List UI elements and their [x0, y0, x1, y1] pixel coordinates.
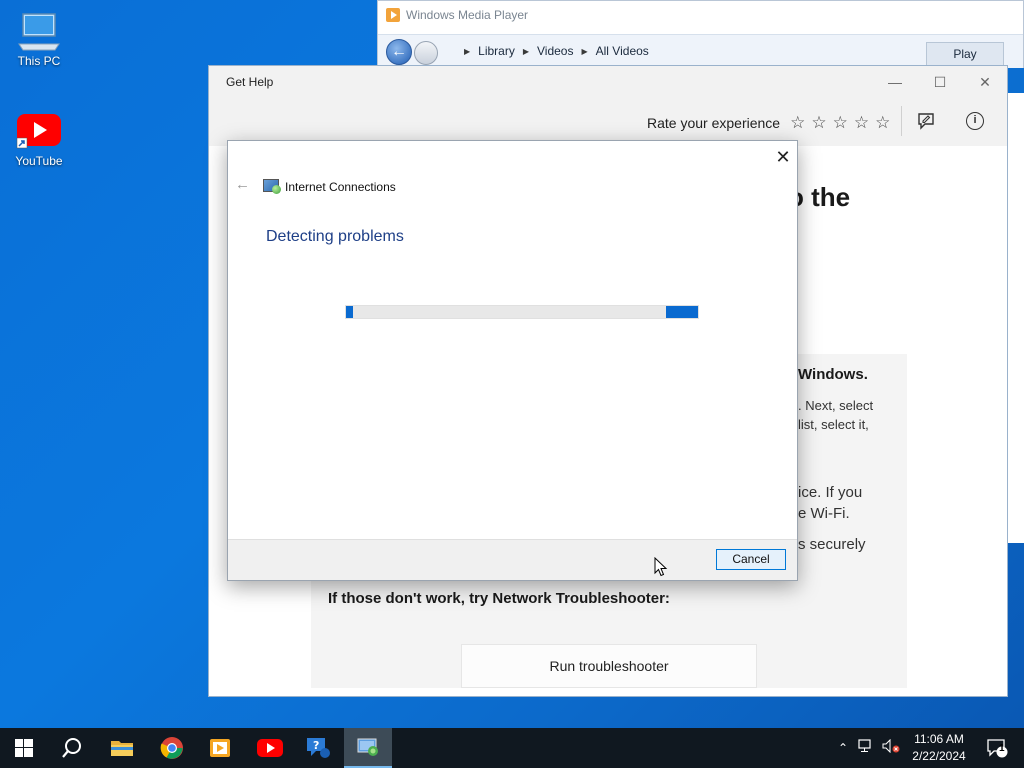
star-icon[interactable]: ☆	[790, 113, 805, 133]
clock-time: 11:06 AM	[914, 732, 964, 746]
rating-bar: Rate your experience ☆ ☆ ☆ ☆ ☆	[647, 113, 890, 133]
breadcrumb: ▶ Library ▶ Videos ▶ All Videos	[464, 44, 649, 58]
divider	[901, 106, 902, 136]
breadcrumb-videos[interactable]: Videos	[537, 44, 573, 58]
start-icon[interactable]	[0, 728, 48, 768]
clock-date: 2/22/2024	[912, 749, 966, 763]
minimize-icon[interactable]: —	[872, 66, 918, 98]
media-player-icon[interactable]	[196, 728, 244, 768]
maximize-icon[interactable]: ☐	[917, 66, 963, 98]
svg-text:?: ?	[313, 739, 319, 752]
breadcrumb-all-videos[interactable]: All Videos	[596, 44, 649, 58]
internet-connections-icon[interactable]	[344, 728, 392, 768]
progress-bar	[345, 305, 699, 319]
taskbar: ? ⌃ 11:06 AM 2/22/2024 1	[0, 728, 1024, 768]
search-icon[interactable]	[48, 728, 96, 768]
run-troubleshooter-button[interactable]: Run troubleshooter	[461, 644, 757, 688]
para-text: ice. If you e Wi-Fi.	[798, 482, 862, 524]
step-title: Windows.	[798, 366, 868, 383]
close-icon[interactable]: ✕	[772, 146, 794, 168]
dialog-footer: Cancel	[228, 539, 797, 580]
wmp-navbar: ← ▶ Library ▶ Videos ▶ All Videos Play	[378, 34, 1023, 68]
chevron-right-icon: ▶	[522, 46, 529, 56]
rate-label: Rate your experience	[647, 115, 781, 131]
network-icon[interactable]	[858, 738, 874, 758]
para2-text: s securely	[798, 536, 866, 553]
wmp-titlebar: Windows Media Player	[386, 8, 528, 22]
back-arrow-icon[interactable]: ←	[235, 176, 250, 193]
chrome-icon[interactable]	[148, 728, 196, 768]
notification-count: 1	[999, 743, 1005, 754]
star-icon[interactable]: ☆	[854, 113, 869, 133]
wmp-window: Windows Media Player ← ▶ Library ▶ Video…	[377, 0, 1024, 68]
star-icon[interactable]: ☆	[811, 113, 826, 133]
chevron-right-icon: ▶	[464, 46, 471, 56]
desktop-icon-youtube[interactable]: YouTube	[9, 110, 69, 168]
clock[interactable]: 11:06 AM 2/22/2024	[906, 731, 972, 765]
close-icon[interactable]: ✕	[962, 66, 1008, 98]
progress-marker	[346, 306, 353, 318]
troubleshooter-prompt: If those don't work, try Network Trouble…	[328, 590, 670, 607]
dialog-title: Internet Connections	[285, 180, 396, 194]
info-icon[interactable]: i	[966, 112, 984, 130]
desktop-icon-this-pc[interactable]: This PC	[9, 10, 69, 68]
chevron-up-icon[interactable]: ⌃	[838, 741, 848, 755]
forward-button[interactable]	[414, 41, 438, 65]
para-line: e Wi-Fi.	[798, 505, 850, 522]
star-icon[interactable]: ☆	[833, 113, 848, 133]
mouse-cursor-icon	[654, 556, 668, 577]
window-title: Get Help	[226, 75, 274, 89]
feedback-icon[interactable]	[916, 111, 938, 133]
wmp-title-text: Windows Media Player	[406, 8, 529, 22]
cancel-button[interactable]: Cancel	[716, 549, 786, 570]
this-pc-icon	[15, 10, 63, 51]
desktop-icon-label: YouTube	[15, 154, 63, 168]
breadcrumb-library[interactable]: Library	[478, 44, 515, 58]
status-text: Detecting problems	[266, 228, 404, 245]
internet-connections-icon	[263, 179, 281, 194]
volume-muted-icon[interactable]	[882, 738, 900, 758]
step-text: . Next, select list, select it,	[798, 396, 873, 434]
system-tray: ⌃	[838, 728, 900, 768]
step-text-line: . Next, select	[798, 398, 874, 413]
para-line: ice. If you	[798, 484, 863, 501]
step-text-line: list, select it,	[798, 417, 869, 432]
get-help-icon[interactable]: ?	[294, 728, 342, 768]
play-tab[interactable]: Play	[926, 42, 1004, 66]
youtube-icon[interactable]	[246, 728, 294, 768]
file-explorer-icon[interactable]	[98, 728, 146, 768]
troubleshooter-dialog: ✕ ← Internet Connections Detecting probl…	[227, 140, 798, 581]
back-arrow-icon[interactable]: ←	[386, 39, 412, 65]
desktop-icon-label: This PC	[17, 54, 61, 68]
progress-indicator	[666, 306, 698, 318]
notification-icon[interactable]: 1	[980, 728, 1014, 768]
star-icon[interactable]: ☆	[875, 113, 890, 133]
chevron-right-icon: ▶	[581, 46, 588, 56]
youtube-icon	[15, 110, 63, 150]
media-player-icon	[386, 8, 400, 22]
background-window-edge	[1007, 93, 1024, 543]
